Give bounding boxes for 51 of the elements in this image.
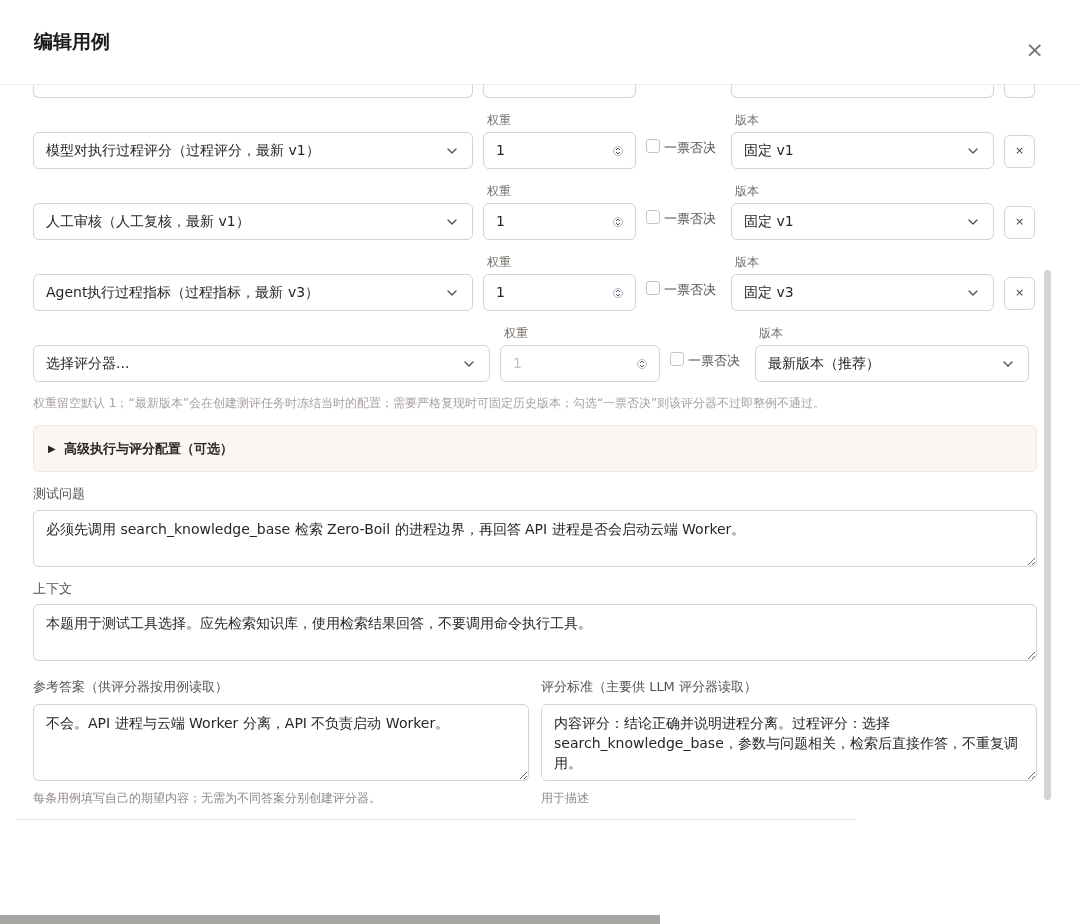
evaluator-select[interactable]: 人工审核（人工复核，最新 v1） bbox=[33, 203, 473, 240]
criteria-label: 评分标准（主要供 LLM 评分器读取） bbox=[541, 678, 758, 696]
weight-field[interactable]: 1 bbox=[483, 132, 636, 169]
weight-label: 权重 bbox=[486, 255, 512, 269]
veto-label: 一票否决 bbox=[664, 281, 716, 299]
weight-field[interactable]: 1 bbox=[483, 203, 636, 240]
remove-button[interactable] bbox=[1004, 85, 1035, 98]
evaluator-select[interactable]: Agent执行过程指标（过程指标，最新 v3） bbox=[33, 274, 473, 311]
reference-answer-field[interactable]: 不会。API 进程与云端 Worker 分离，API 不负责启动 Worker。 bbox=[33, 703, 529, 781]
remove-button[interactable]: × bbox=[1004, 277, 1035, 310]
spinner-icon[interactable] bbox=[613, 285, 623, 300]
veto-label: 一票否决 bbox=[688, 352, 740, 370]
spinner-icon[interactable] bbox=[637, 356, 647, 371]
criteria-hint: 用于描述 bbox=[541, 789, 590, 807]
version-select[interactable]: 固定 v3 bbox=[731, 274, 994, 311]
advanced-settings-toggle[interactable]: ▶ 高级执行与评分配置（可选） bbox=[33, 425, 1037, 472]
evaluator-hint: 权重留空默认 1；“最新版本”会在创建测评任务时冻结当时的配置；需要严格复现时可固定历史版本；勾选“一票否决”则该评分器不过即整例不通过。 bbox=[33, 395, 827, 412]
spinner-icon[interactable] bbox=[613, 143, 623, 158]
weight-label: 权重 bbox=[503, 326, 529, 340]
criteria-field[interactable]: 内容评分：结论正确并说明进程分离。过程评分：选择 search_knowledge_base，参数与问题相关，检索后直接作答，不重复调用。 bbox=[541, 703, 1037, 781]
reference-answer-hint: 每条用例填写自己的期望内容；无需为不同答案分别创建评分器。 bbox=[33, 789, 382, 807]
version-select[interactable]: 固定 v1 bbox=[731, 203, 994, 240]
remove-button[interactable]: × bbox=[1004, 135, 1035, 168]
veto-checkbox[interactable] bbox=[646, 139, 660, 153]
version-select[interactable]: 固定 v1 bbox=[731, 132, 994, 169]
veto-checkbox[interactable] bbox=[646, 210, 660, 224]
question-label: 测试问题 bbox=[33, 485, 86, 503]
evaluator-select[interactable]: 选择评分器... bbox=[33, 345, 490, 382]
close-button[interactable]: × bbox=[1025, 39, 1044, 61]
weight-label: 权重 bbox=[486, 113, 512, 127]
weight-label: 权重 bbox=[486, 184, 512, 198]
version-select[interactable]: 最新版本（推荐） bbox=[755, 345, 1029, 382]
veto-label: 一票否决 bbox=[664, 139, 716, 157]
version-label: 版本 bbox=[758, 326, 784, 340]
context-field[interactable]: 本题用于测试工具选择。应先检索知识库，使用检索结果回答，不要调用命令执行工具。 bbox=[33, 604, 1037, 661]
dialog-title: 编辑用例 bbox=[34, 29, 110, 54]
veto-checkbox[interactable] bbox=[670, 352, 684, 366]
question-field[interactable]: 必须先调用 search_knowledge_base 检索 Zero-Boil 的进程边界，再回答 API 进程是否会启动云端 Worker。 bbox=[33, 509, 1037, 567]
version-label: 版本 bbox=[734, 113, 760, 127]
scrollbar-thumb[interactable] bbox=[1044, 270, 1051, 800]
veto-checkbox[interactable] bbox=[646, 281, 660, 295]
context-label: 上下文 bbox=[33, 579, 73, 598]
reference-answer-label: 参考答案（供评分器按用例读取） bbox=[33, 678, 229, 696]
spinner-icon[interactable] bbox=[613, 214, 623, 229]
evaluator-select[interactable]: 模型对执行过程评分（过程评分，最新 v1） bbox=[33, 132, 473, 169]
version-label: 版本 bbox=[734, 184, 760, 198]
weight-field[interactable] bbox=[483, 85, 636, 98]
remove-button[interactable]: × bbox=[1004, 206, 1035, 239]
veto-label: 一票否决 bbox=[664, 210, 716, 228]
version-label: 版本 bbox=[734, 255, 760, 269]
weight-field[interactable]: 1 bbox=[483, 274, 636, 311]
